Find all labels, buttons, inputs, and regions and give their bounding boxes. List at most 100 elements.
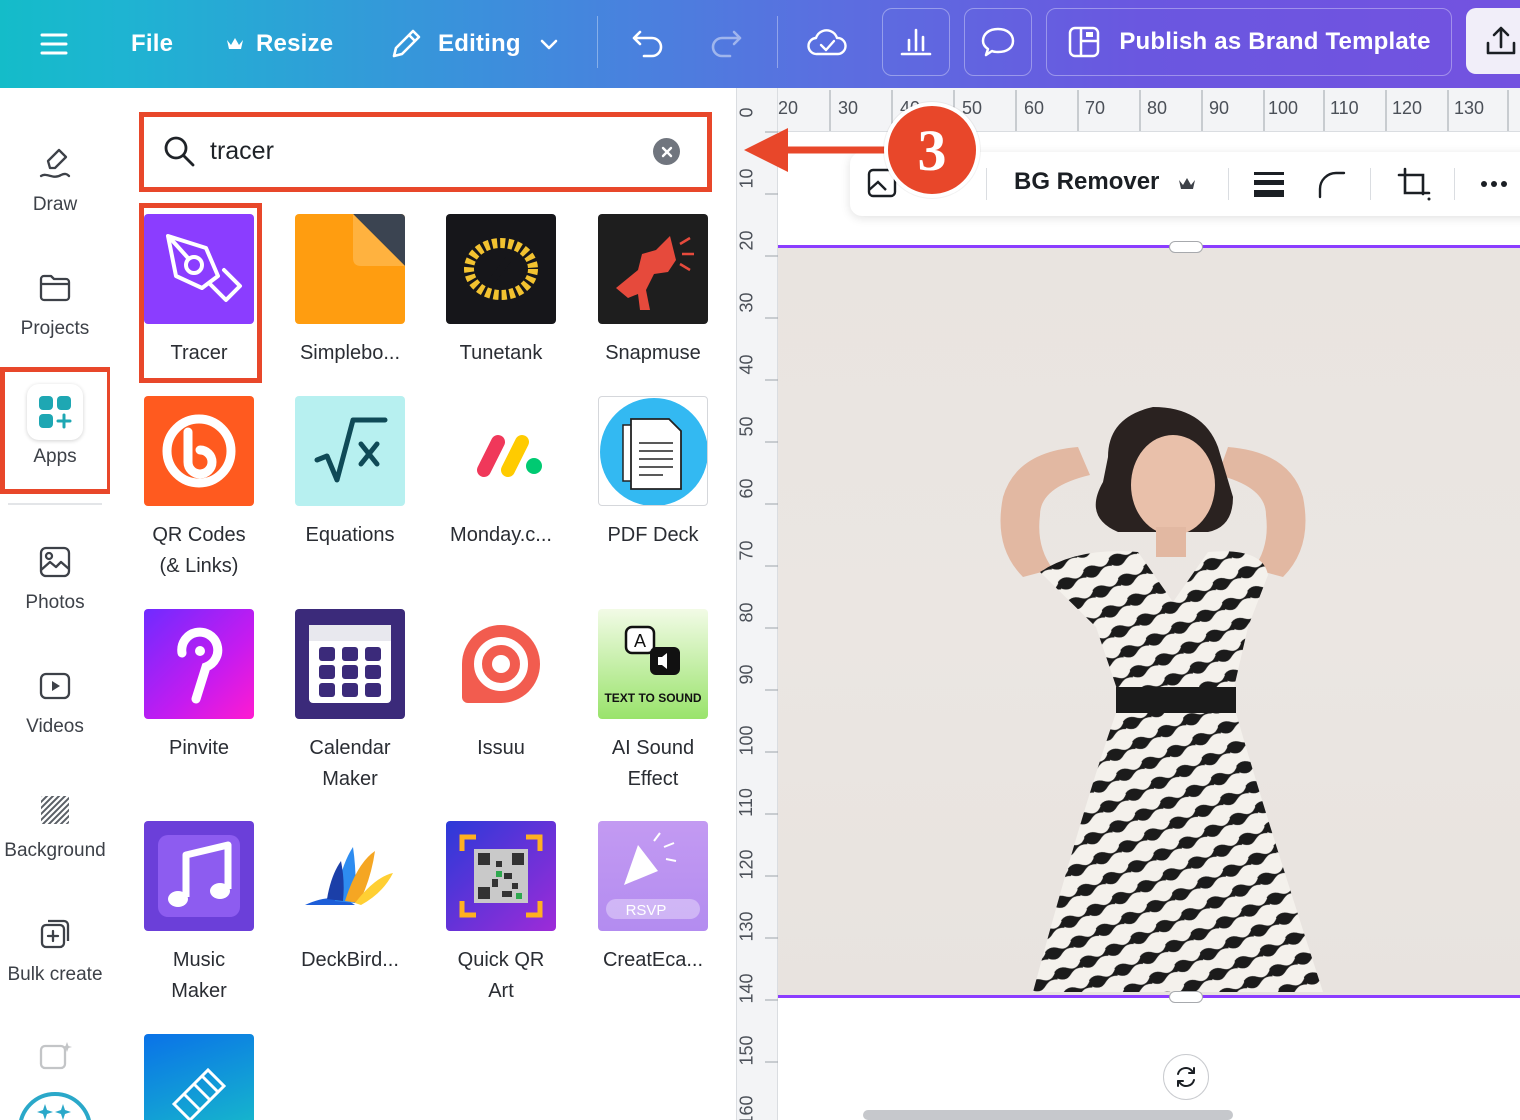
pinvite-app-icon [144, 609, 254, 719]
sidebar-item-bulk-create[interactable]: Bulk create [0, 916, 110, 986]
publish-brand-template-button[interactable]: Publish as Brand Template [1046, 8, 1452, 76]
sidebar-item-projects[interactable]: Projects [0, 270, 110, 340]
corner-rounding-icon[interactable] [1314, 167, 1348, 201]
template-icon [1069, 26, 1100, 58]
sidebar-item-videos[interactable]: Videos [0, 668, 110, 738]
monday-app-icon [446, 396, 556, 506]
sidebar-item-apps[interactable]: Apps [0, 384, 110, 468]
ai-sound-effect-app-icon: A TEXT TO SOUND [598, 609, 708, 719]
file-menu[interactable]: File [131, 0, 173, 88]
app-name: Tunetank [459, 342, 543, 364]
app-name: Snapmuse [605, 342, 701, 364]
calendar-maker-app-icon [295, 609, 405, 719]
equations-app-icon [295, 396, 405, 506]
createcard-app-icon: RSVP [598, 821, 708, 931]
search-icon [164, 136, 195, 167]
undo-button[interactable] [630, 0, 666, 88]
step-number-badge: 3 [884, 102, 980, 198]
bulk-create-icon [40, 919, 70, 949]
app-tile-tracer[interactable]: Tracer [124, 214, 274, 369]
sidebar-item-magic[interactable] [0, 1038, 110, 1074]
resize-handle-bottom[interactable] [1169, 991, 1203, 1003]
file-label: File [131, 30, 174, 57]
more-options-icon[interactable] [1478, 166, 1514, 202]
app-name: Equations [305, 524, 395, 546]
app-tile-tunetank[interactable]: Tunetank [426, 214, 576, 369]
folder-icon [39, 274, 71, 302]
sidebar-item-background[interactable]: Background [0, 792, 110, 862]
resize-button[interactable]: Resize [226, 0, 333, 88]
horizontal-scrollbar[interactable] [863, 1110, 1233, 1120]
sidebar-item-label: Photos [25, 592, 85, 613]
bitly-app-icon [144, 396, 254, 506]
app-tile-monday[interactable]: Monday.c... [426, 396, 576, 551]
sidebar-item-label: Videos [26, 716, 84, 737]
ruler-label: 90 [1209, 98, 1230, 118]
sidebar-item-label: Background [4, 840, 106, 861]
comment-icon [981, 27, 1015, 57]
app-tile-music-maker[interactable]: Music Maker [124, 821, 274, 1007]
ruler-label: 60 [1024, 98, 1045, 118]
app-tile-pdf-deck[interactable]: PDF Deck [578, 396, 728, 551]
redo-icon [711, 30, 742, 58]
bg-remover-button[interactable]: BG Remover [1014, 152, 1214, 216]
editing-mode-dropdown[interactable]: Editing [388, 0, 561, 88]
crop-icon[interactable] [1396, 166, 1432, 202]
deckbird-app-icon [295, 821, 405, 931]
app-tile-snapmuse[interactable]: Snapmuse [578, 214, 728, 369]
search-input[interactable] [210, 136, 630, 166]
chevron-down-icon [540, 39, 558, 50]
clear-search-button[interactable] [653, 138, 680, 165]
app-tile-calendar-maker[interactable]: Calendar Maker [275, 609, 425, 795]
magic-photo-icon [39, 1042, 72, 1070]
video-icon [39, 672, 71, 700]
app-tile-qr-codes[interactable]: QR Codes (& Links) [124, 396, 274, 582]
sidebar-item-label: Bulk create [7, 964, 103, 985]
rotate-button[interactable] [1163, 1054, 1209, 1100]
insights-button[interactable] [882, 8, 950, 76]
app-tile-partial[interactable] [124, 1034, 274, 1120]
app-name: Calendar Maker [309, 737, 391, 790]
close-icon [661, 146, 672, 157]
redo-button[interactable] [708, 0, 744, 88]
vertical-ruler-ticks [765, 131, 778, 1063]
app-tile-issuu[interactable]: Issuu [426, 609, 576, 764]
app-tile-ai-sound-effect[interactable]: A TEXT TO SOUND AI Sound Effect [578, 609, 728, 795]
app-tile-equations[interactable]: Equations [275, 396, 425, 551]
app-tile-quick-qr-art[interactable]: Quick QR Art [426, 821, 576, 1007]
menu-button[interactable] [36, 0, 72, 88]
app-tile-simplebo[interactable]: Simplebo... [275, 214, 425, 369]
comments-button[interactable] [964, 8, 1032, 76]
share-button[interactable] [1466, 8, 1520, 74]
rsvp-label: RSVP [626, 902, 667, 919]
photo-icon [39, 546, 71, 578]
save-status-button[interactable] [806, 0, 848, 88]
border-style-icon[interactable] [1252, 167, 1286, 201]
sidebar-item-draw[interactable]: Draw [0, 146, 110, 216]
text-to-sound-label: TEXT TO SOUND [604, 691, 701, 705]
ruler-label: 100 [1268, 98, 1299, 118]
sidebar-item-label: Draw [32, 194, 78, 215]
bg-remover-label: BG Remover [1014, 168, 1160, 195]
woman-photo-illustration [1000, 407, 1323, 992]
quick-qr-art-app-icon [446, 821, 556, 931]
app-name: CreatEca... [602, 949, 704, 971]
resize-handle-top[interactable] [1169, 241, 1203, 253]
app-search-box[interactable] [148, 122, 704, 180]
ruler-label: 130 [1454, 98, 1485, 118]
ruler-label: 70 [1085, 98, 1106, 118]
ruler-label: 120 [1392, 98, 1423, 118]
canvas-photo[interactable] [778, 247, 1520, 997]
publish-label: Publish as Brand Template [1119, 28, 1431, 55]
magic-assistant-button[interactable] [18, 1092, 92, 1120]
toolbar-divider [777, 16, 778, 68]
tracer-app-icon [144, 214, 254, 324]
app-name: AI Sound Effect [611, 737, 695, 790]
sparkle-icon [37, 1104, 71, 1120]
top-toolbar: File Resize Editing Publish as Brand Tem… [0, 0, 1520, 88]
pdf-deck-app-icon [598, 396, 708, 506]
app-tile-pinvite[interactable]: Pinvite [124, 609, 274, 764]
app-tile-deckbird[interactable]: DeckBird... [275, 821, 425, 976]
sidebar-item-photos[interactable]: Photos [0, 544, 110, 614]
app-tile-createcard[interactable]: RSVP CreatEca... [578, 821, 728, 976]
